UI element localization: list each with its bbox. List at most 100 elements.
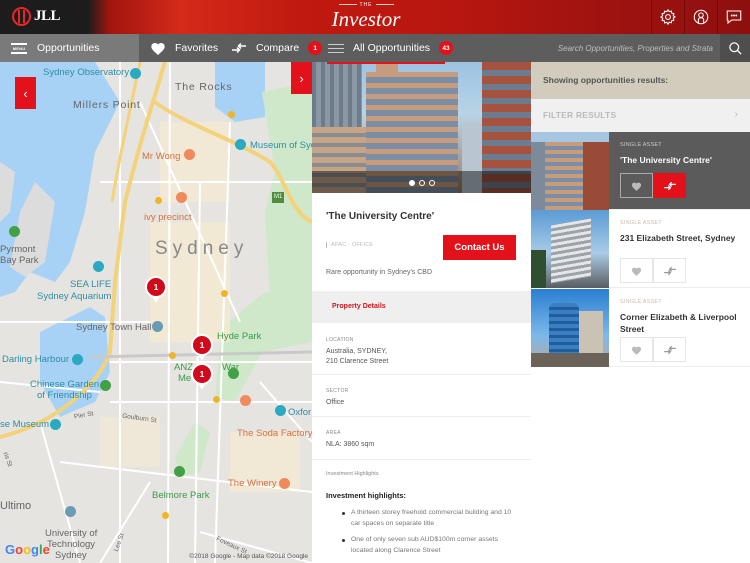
carousel-dot[interactable]	[428, 180, 435, 186]
messages-button[interactable]	[717, 0, 750, 34]
highlight-item: A thirteen storey freehold commercial bu…	[340, 508, 520, 529]
top-header: JLL THE Investor	[0, 0, 750, 34]
favorites-button[interactable]: Favorites	[150, 34, 218, 62]
field-value: Australia, SYDNEY,	[326, 348, 387, 355]
map-label: The Rocks	[175, 81, 233, 93]
chevron-left-icon: ‹	[23, 85, 28, 101]
app-root: JLL THE Investor MENU Opportunities Favo…	[0, 0, 750, 563]
favorite-button[interactable]	[620, 337, 653, 362]
search-icon	[728, 41, 742, 55]
map-label: Sydney Aquarium	[37, 291, 112, 302]
app-brand: THE Investor	[318, 2, 414, 30]
garden-poi-icon	[100, 380, 111, 391]
map-label: of Friendship	[37, 390, 92, 401]
opportunities-label: Opportunities	[37, 42, 100, 54]
contact-us-button[interactable]: Contact Us	[443, 235, 516, 260]
museum-poi-icon[interactable]	[235, 139, 246, 150]
museum-poi-icon[interactable]	[50, 419, 61, 430]
search-button[interactable]	[720, 34, 750, 62]
museum-poi-icon[interactable]	[130, 68, 141, 79]
logo-text: JLL	[34, 8, 61, 24]
restaurant-poi-icon[interactable]	[279, 478, 290, 489]
favorite-button[interactable]	[620, 258, 653, 283]
map-copyright[interactable]: ©2018 Google - Map data ©2018 Google	[189, 553, 308, 560]
settings-button[interactable]	[651, 0, 684, 34]
bar-poi-icon[interactable]	[176, 192, 187, 203]
map-label: The Soda Factory	[237, 428, 312, 439]
filter-label: FILTER RESULTS	[543, 110, 617, 120]
map-label: Sydney Observatory	[43, 67, 130, 78]
results-heading: Showing opportunities results:	[531, 62, 750, 99]
attraction-poi-icon[interactable]	[72, 354, 83, 365]
compare-toggle-button[interactable]	[653, 173, 686, 198]
map-label-city: Sydney	[155, 238, 249, 259]
area-field: AREA NLA: 3860 sqm	[312, 417, 531, 460]
tab-property-details[interactable]: Property Details	[332, 303, 386, 310]
transit-poi-icon	[228, 111, 235, 118]
chat-icon	[726, 10, 742, 25]
townhall-poi-icon[interactable]	[152, 321, 163, 332]
opportunities-menu-button[interactable]: MENU Opportunities	[0, 34, 139, 62]
map-label: ivy precinct	[144, 212, 192, 223]
result-type: SINGLE ASSET	[620, 220, 662, 226]
user-icon	[693, 9, 709, 25]
nav-bar: MENU Opportunities Favorites Compare 1 A…	[0, 34, 750, 62]
transit-poi-icon	[155, 197, 162, 204]
gear-icon	[659, 8, 676, 26]
jll-logo[interactable]: JLL	[12, 7, 61, 26]
field-value: Office	[326, 399, 345, 406]
bar-poi-icon[interactable]	[240, 395, 251, 406]
attraction-poi-icon[interactable]	[275, 405, 286, 416]
result-name: 231 Elizabeth Street, Sydney	[620, 233, 736, 243]
map-label: Me	[178, 373, 192, 384]
compare-toggle-button[interactable]	[653, 258, 686, 283]
map-cluster-pin[interactable]: 1	[145, 276, 167, 304]
result-card[interactable]: SINGLE ASSET 'The University Centre'	[531, 132, 750, 210]
result-name: Corner Elizabeth & Liverpool Street	[620, 312, 737, 334]
carousel-dot[interactable]	[408, 180, 415, 186]
sector-field: SECTOR Office	[312, 375, 531, 417]
all-opportunities-button[interactable]: All Opportunities 43	[328, 34, 454, 62]
m1-highway-shield: M1	[272, 192, 285, 203]
map-label: Hyde Park	[217, 331, 262, 342]
detail-tabs: Property Details	[312, 291, 531, 323]
brand-name: Investor	[331, 7, 401, 31]
property-detail-panel: 'The University Centre' APAC - OFFICE Co…	[312, 62, 531, 563]
map-prev-button[interactable]: ‹	[15, 77, 36, 109]
heart-icon	[151, 43, 165, 55]
map-next-button[interactable]: ›	[291, 62, 312, 94]
search-input[interactable]	[540, 34, 718, 62]
map-label: Chinese Garden	[30, 379, 100, 390]
highlight-item: One of only seven sub AUD$100m corner as…	[340, 535, 520, 556]
google-logo[interactable]: Google	[5, 542, 50, 557]
transit-poi-icon	[213, 396, 220, 403]
heart-icon	[631, 267, 642, 276]
compare-toggle-button[interactable]	[653, 337, 686, 362]
profile-button[interactable]	[684, 0, 717, 34]
result-card[interactable]: SINGLE ASSET 231 Elizabeth Street, Sydne…	[531, 210, 750, 288]
map-view[interactable]: Sydney Observatory The Rocks Millers Poi…	[0, 62, 312, 563]
highlights-title: Investment highlights:	[326, 491, 407, 500]
map-label: Museum of Syd	[250, 140, 312, 151]
carousel-dot[interactable]	[418, 180, 425, 186]
all-opportunities-label: All Opportunities	[353, 42, 431, 54]
restaurant-poi-icon[interactable]	[184, 149, 195, 160]
property-image-carousel[interactable]	[312, 62, 531, 193]
park-poi-icon	[228, 368, 239, 379]
filter-results-button[interactable]: FILTER RESULTS ›	[531, 99, 750, 132]
result-type: SINGLE ASSET	[620, 299, 662, 305]
transit-poi-icon	[221, 290, 228, 297]
compare-label: Compare	[256, 42, 300, 54]
map-cluster-pin[interactable]: 1	[191, 334, 213, 362]
favorites-label: Favorites	[175, 42, 219, 54]
favorite-button[interactable]	[620, 173, 653, 198]
university-poi-icon[interactable]	[65, 506, 76, 517]
result-card[interactable]: SINGLE ASSET Corner Elizabeth & Liverpoo…	[531, 289, 750, 367]
menu-icon: MENU	[11, 42, 27, 55]
property-region-tag: APAC - OFFICE	[326, 242, 373, 248]
results-panel: Showing opportunities results: FILTER RE…	[531, 62, 750, 563]
property-description: Rare opportunity in Sydney's CBD	[326, 269, 432, 276]
compare-button[interactable]: Compare 1	[231, 34, 323, 62]
aquarium-poi-icon[interactable]	[93, 261, 104, 272]
map-cluster-pin[interactable]: 1	[191, 363, 213, 391]
